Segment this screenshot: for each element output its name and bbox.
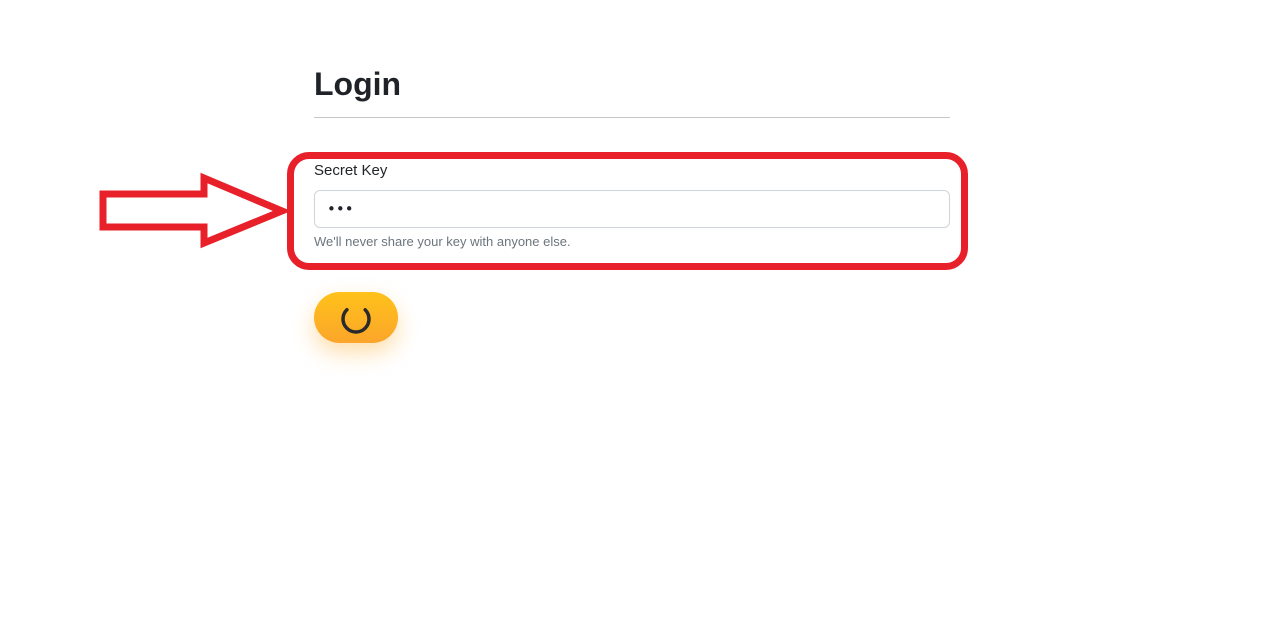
login-page: Login Secret Key We'll never share your … — [0, 0, 1280, 624]
title-divider — [314, 117, 950, 118]
secret-key-input[interactable] — [314, 190, 950, 228]
spinner-icon — [341, 304, 371, 334]
secret-key-help-text: We'll never share your key with anyone e… — [314, 234, 571, 249]
page-title: Login — [314, 66, 402, 102]
submit-button[interactable] — [314, 292, 398, 343]
secret-key-label: Secret Key — [314, 162, 388, 179]
right-arrow-outline-icon — [99, 172, 292, 249]
